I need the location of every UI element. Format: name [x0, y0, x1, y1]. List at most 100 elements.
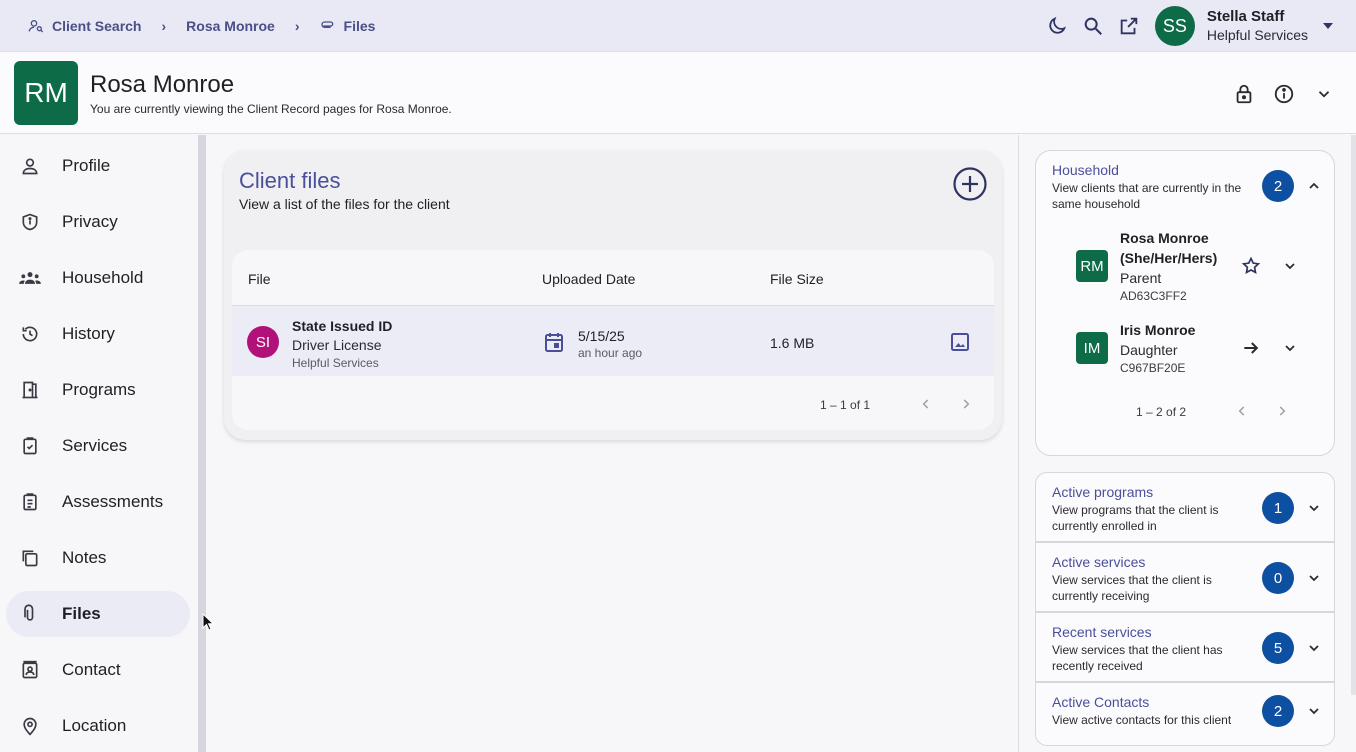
breadcrumb-client[interactable]: Rosa Monroe — [186, 18, 275, 34]
sidebar-scrollbar[interactable] — [198, 135, 206, 752]
accordion-expand-button[interactable] — [1304, 498, 1324, 518]
client-avatar: RM — [14, 61, 78, 125]
accordion-title: Active Contacts — [1052, 694, 1150, 710]
breadcrumb-separator: › — [294, 17, 300, 34]
member-role: Parent — [1120, 270, 1162, 286]
accordion-subtitle: View active contacts for this client — [1052, 713, 1232, 727]
accordion-expand-button[interactable] — [1304, 568, 1324, 588]
column-header-file-size[interactable]: File Size — [770, 271, 824, 287]
sidebar-item-assessments[interactable]: Assessments — [6, 479, 190, 525]
client-header: RM Rosa Monroe You are currently viewing… — [0, 52, 1356, 134]
location-pin-icon — [18, 714, 42, 738]
sidebar-item-history[interactable]: History — [6, 311, 190, 357]
file-organization: Helpful Services — [292, 356, 379, 370]
member-expand-button[interactable] — [1280, 338, 1300, 358]
active-programs-accordion[interactable]: Active programs View programs that the c… — [1035, 472, 1335, 542]
person-search-icon — [28, 19, 44, 32]
chevron-down-icon — [1309, 708, 1319, 715]
sidebar-item-profile[interactable]: Profile — [6, 143, 190, 189]
member-expand-button[interactable] — [1280, 256, 1300, 276]
files-next-page-button[interactable] — [956, 394, 976, 414]
sidebar-item-label: Notes — [62, 548, 107, 567]
household-title[interactable]: Household — [1052, 162, 1119, 178]
sidebar-item-contact[interactable]: Contact — [6, 647, 190, 693]
person-icon — [18, 154, 42, 178]
open-external-icon — [1120, 17, 1138, 35]
member-name[interactable]: Iris Monroe — [1120, 320, 1195, 340]
sidebar-item-location[interactable]: Location — [6, 703, 190, 749]
top-actions: SS Stella Staff Helpful Services — [1039, 0, 1338, 52]
preview-image-button[interactable] — [948, 330, 972, 354]
sidebar-item-programs[interactable]: Programs — [6, 367, 190, 413]
paperclip-icon — [18, 602, 42, 626]
accordion-expand-button[interactable] — [1304, 638, 1324, 658]
breadcrumb-label: Client Search — [52, 17, 142, 34]
column-header-file[interactable]: File — [248, 271, 271, 287]
right-panel-divider — [1018, 135, 1019, 752]
breadcrumb-files[interactable]: Files — [320, 18, 375, 34]
household-pagination-label: 1 – 2 of 2 — [1136, 405, 1187, 419]
sidebar-item-household[interactable]: Household — [6, 255, 190, 301]
sidebar-item-notes[interactable]: Notes — [6, 535, 190, 581]
member-name[interactable]: Rosa Monroe — [1120, 228, 1209, 248]
client-files-title: Client files — [239, 168, 341, 193]
chevron-left-icon — [1238, 406, 1245, 416]
sidebar-item-label: Household — [62, 268, 144, 287]
expand-header-button[interactable] — [1306, 76, 1342, 112]
file-avatar: SI — [247, 326, 279, 358]
chevron-down-icon — [1309, 505, 1319, 512]
lock-button[interactable] — [1226, 76, 1262, 112]
dark-mode-button[interactable] — [1039, 8, 1075, 44]
client-files-subtitle: View a list of the files for the client — [239, 196, 450, 212]
user-menu-button[interactable] — [1318, 8, 1338, 44]
uploaded-relative-time: an hour ago — [578, 346, 643, 360]
household-card: Household View clients that are currentl… — [1035, 150, 1335, 456]
star-outline-icon — [1241, 256, 1261, 274]
add-circle-icon — [953, 167, 987, 201]
uploaded-date: 5/15/25 — [578, 328, 625, 344]
breadcrumb-separator: › — [161, 17, 167, 34]
file-title: State Issued ID — [292, 318, 393, 334]
accordion-expand-button[interactable] — [1304, 701, 1324, 721]
household-collapse-button[interactable] — [1304, 176, 1324, 196]
user-org: Helpful Services — [1206, 26, 1308, 43]
accordion-subtitle: View programs that the client is current… — [1052, 503, 1219, 533]
caret-down-icon — [1323, 23, 1333, 29]
sidebar-item-label: Privacy — [62, 212, 118, 231]
active-contacts-accordion[interactable]: Active Contacts View active contacts for… — [1035, 682, 1335, 746]
member-navigate-button[interactable] — [1241, 338, 1261, 358]
chevron-down-icon — [1309, 645, 1319, 652]
search-button[interactable] — [1075, 8, 1111, 44]
column-header-uploaded-date[interactable]: Uploaded Date — [542, 271, 635, 287]
image-icon — [951, 333, 969, 351]
active-services-accordion[interactable]: Active services View services that the c… — [1035, 542, 1335, 612]
open-external-button[interactable] — [1111, 8, 1147, 44]
right-panel-scrollbar[interactable] — [1351, 135, 1356, 695]
accordion-count-badge: 2 — [1262, 695, 1294, 727]
household-next-page-button[interactable] — [1272, 401, 1292, 421]
client-name: Rosa Monroe — [90, 71, 235, 98]
accordion-title: Active programs — [1052, 484, 1154, 500]
user-avatar[interactable]: SS — [1154, 6, 1195, 46]
files-prev-page-button[interactable] — [916, 394, 936, 414]
info-button[interactable] — [1266, 76, 1302, 112]
files-pagination-label: 1 – 1 of 1 — [820, 398, 871, 412]
chevron-down-icon — [1318, 91, 1330, 98]
sidebar-item-label: Location — [62, 716, 127, 735]
accordion-count-badge: 5 — [1262, 632, 1294, 664]
file-type: Driver License — [292, 337, 382, 353]
member-favorite-button[interactable] — [1241, 256, 1261, 276]
user-info[interactable]: Stella Staff Helpful Services — [1207, 8, 1308, 44]
member-pronouns: (She/Her/Hers) — [1120, 250, 1218, 266]
breadcrumb-client-search[interactable]: Client Search — [28, 18, 141, 34]
table-row[interactable]: SI State Issued ID Driver License Helpfu… — [232, 306, 994, 376]
recent-services-accordion[interactable]: Recent services View services that the c… — [1035, 612, 1335, 682]
mouse-cursor-icon — [202, 613, 214, 631]
sidebar-item-files[interactable]: Files — [6, 591, 190, 637]
add-file-button[interactable] — [952, 166, 988, 202]
sidebar-item-privacy[interactable]: Privacy — [6, 199, 190, 245]
sidebar-item-label: History — [62, 324, 115, 343]
sidebar-item-services[interactable]: Services — [6, 423, 190, 469]
household-prev-page-button[interactable] — [1232, 401, 1252, 421]
chevron-left-icon — [922, 399, 929, 409]
